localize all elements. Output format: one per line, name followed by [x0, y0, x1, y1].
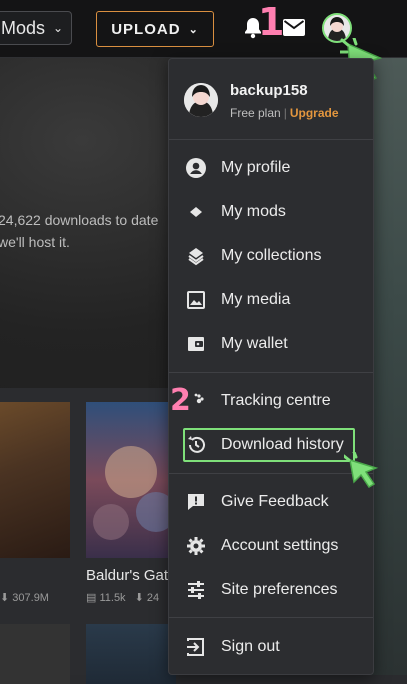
files-icon: ▤ [86, 592, 97, 604]
sliders-icon [186, 580, 206, 600]
divider [169, 139, 373, 140]
menu-item-label: Site preferences [221, 581, 338, 598]
menu-item-my-collections[interactable]: My collections [169, 234, 373, 278]
card-art [93, 446, 176, 540]
mods-label: Mods [1, 17, 46, 38]
game-card-4[interactable] [86, 624, 176, 684]
menu-item-account-settings[interactable]: Account settings [169, 524, 373, 568]
diamond-icon [186, 202, 206, 222]
mods-dropdown-button[interactable]: Mods ⌄ [0, 11, 72, 45]
annotation-step-2: 2 [170, 383, 191, 418]
plan-separator: | [283, 106, 287, 120]
chevron-down-icon: ⌄ [188, 23, 199, 36]
upgrade-link[interactable]: Upgrade [290, 106, 339, 120]
upload-label: UPLOAD [111, 20, 181, 38]
hero-text: 24,622 downloads to date we'll host it. [0, 209, 158, 253]
menu-item-sign-out[interactable]: Sign out [169, 625, 373, 669]
chevron-down-icon: ⌄ [53, 21, 64, 35]
divider [169, 617, 373, 618]
menu-item-tracking-centre[interactable]: Tracking centre [169, 379, 373, 423]
menu-item-label: Tracking centre [221, 392, 331, 409]
avatar [184, 83, 218, 117]
upload-button[interactable]: UPLOAD ⌄ [96, 11, 214, 47]
hero-banner-right [370, 58, 407, 675]
card2-files-value: 11.5k [99, 592, 126, 604]
layers-icon [186, 246, 206, 266]
person-circle-icon [186, 158, 206, 178]
menu-item-label: Account settings [221, 537, 339, 554]
user-dropdown-menu: backup158 Free plan | Upgrade My profile M… [168, 58, 374, 675]
cursor-arrow-icon [342, 450, 384, 497]
menu-item-label: My mods [221, 203, 286, 220]
game-card-baldurs-gate[interactable] [86, 402, 176, 558]
game-card-3[interactable] [0, 624, 70, 684]
plan-line: Free plan | Upgrade [230, 106, 339, 120]
menu-item-label: My collections [221, 247, 322, 264]
gear-icon [186, 536, 206, 556]
user-header: backup158 Free plan | Upgrade [184, 82, 364, 127]
hero-line-2: we'll host it. [0, 234, 70, 250]
card1-downloads: ⬇ 307.9M [0, 591, 49, 604]
menu-item-my-profile[interactable]: My profile [169, 146, 373, 190]
menu-item-my-wallet[interactable]: My wallet [169, 322, 373, 366]
menu-item-label: My profile [221, 159, 291, 176]
menu-item-label: Sign out [221, 638, 280, 655]
divider [169, 473, 373, 474]
game-card-skyrim[interactable] [0, 402, 70, 558]
highlight-box [183, 428, 355, 462]
menu-item-my-media[interactable]: My media [169, 278, 373, 322]
wallet-icon [186, 334, 206, 354]
card-title[interactable]: Baldur's Gate [86, 567, 176, 584]
annotation-step-1: 1 [258, 0, 285, 44]
card2-downloads-value: 24 [146, 592, 160, 604]
feedback-icon [186, 492, 206, 512]
plan-label: Free plan [230, 106, 281, 120]
hero-line-1: 24,622 downloads to date [0, 212, 159, 228]
sign-out-icon [186, 637, 206, 657]
menu-item-my-mods[interactable]: My mods [169, 190, 373, 234]
menu-item-label: Give Feedback [221, 493, 329, 510]
menu-item-label: My media [221, 291, 291, 308]
download-icon: ⬇ [0, 592, 10, 604]
menu-item-label: My wallet [221, 335, 288, 352]
mail-icon[interactable] [283, 19, 305, 41]
download-icon: ⬇ [134, 592, 144, 604]
divider [169, 372, 373, 373]
card2-stats: ▤ 11.5k ⬇ 24 [86, 591, 159, 604]
username[interactable]: backup158 [230, 82, 308, 99]
card1-downloads-value: 307.9M [12, 592, 49, 604]
image-icon [186, 290, 206, 310]
menu-item-give-feedback[interactable]: Give Feedback [169, 480, 373, 524]
menu-item-site-preferences[interactable]: Site preferences [169, 568, 373, 612]
